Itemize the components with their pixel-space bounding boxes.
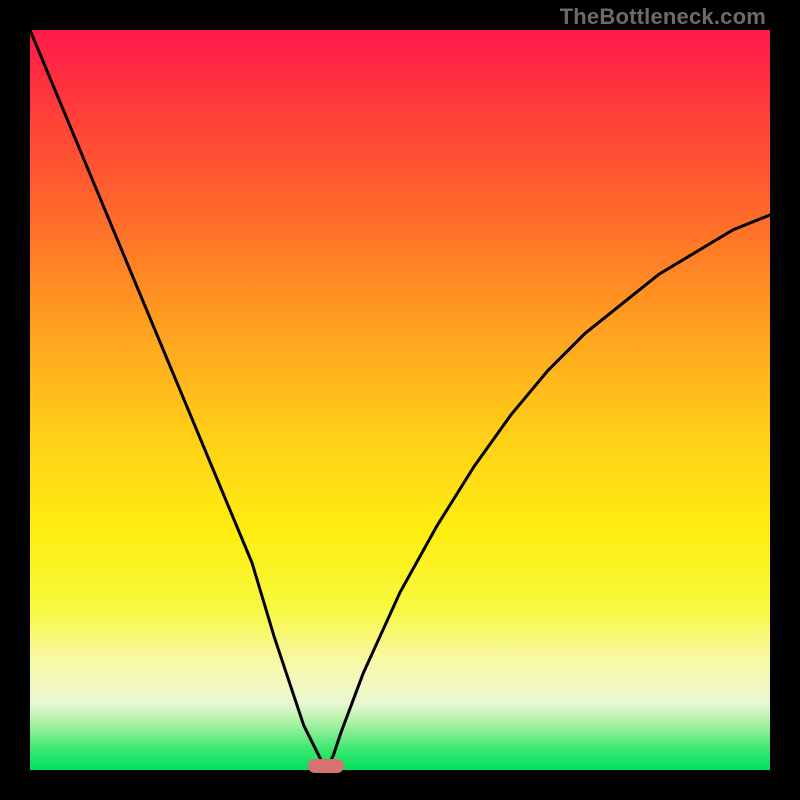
curve-layer (30, 30, 770, 770)
watermark-text: TheBottleneck.com (560, 4, 766, 30)
optimum-marker (308, 759, 344, 773)
chart-frame: TheBottleneck.com (0, 0, 800, 800)
bottleneck-curve-path (30, 30, 770, 770)
plot-area (30, 30, 770, 770)
